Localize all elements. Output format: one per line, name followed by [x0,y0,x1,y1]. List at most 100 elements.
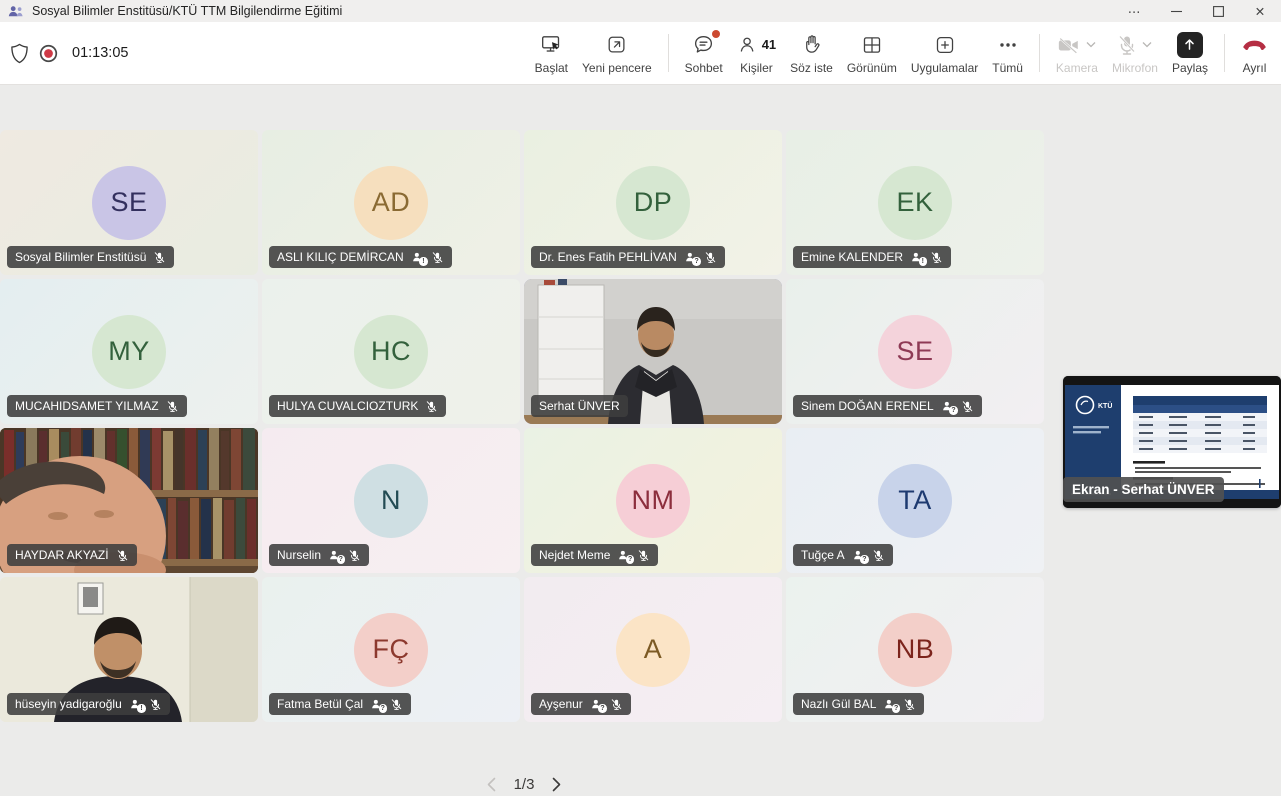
avatar: HC [354,315,428,389]
people-label: Kişiler [740,61,773,75]
apps-button[interactable]: Uygulamalar [904,32,985,75]
security-shield-icon[interactable] [10,43,29,64]
participant-name: Fatma Betül Çal [277,697,363,711]
minimize-button[interactable] [1155,0,1197,22]
avatar: AD [354,166,428,240]
participant-name: MUCAHIDSAMET YILMAZ [15,399,159,413]
raise-hand-button[interactable]: Söz iste [783,32,840,75]
share-label: Paylaş [1172,61,1208,75]
meeting-toolbar: 01:13:05 Başlat Yeni pencere Sohbet [0,22,1281,85]
participant-tile[interactable]: EK Emine KALENDER ! [786,130,1044,275]
mic-button[interactable]: Mikrofon [1105,32,1165,75]
participant-tile[interactable]: DP Dr. Enes Fatih PEHLİVAN ? [524,130,782,275]
chat-button[interactable]: Sohbet [678,32,730,75]
person-badge-icon: ? [684,251,697,264]
mic-muted-icon [116,549,129,562]
person-badge-icon: ? [941,400,954,413]
avatar: SE [92,166,166,240]
participant-name-pill: Tuğçe A ? [793,544,893,566]
previous-page-chevron-icon[interactable] [485,775,498,794]
more-button[interactable]: Tümü [985,32,1030,75]
start-button[interactable]: Başlat [528,32,575,75]
avatar: N [354,464,428,538]
toolbar-divider [668,34,669,72]
participant-tile[interactable]: SE Sinem DOĞAN ERENEL ? [786,279,1044,424]
start-share-screen-icon [540,32,563,58]
window-title: Sosyal Bilimler Enstitüsü/KTÜ TTM Bilgil… [32,4,342,18]
participant-name: Nazlı Gül BAL [801,697,876,711]
participant-grid: SE Sosyal Bilimler Enstitüsü AD ASLI KIL… [0,130,1044,722]
people-button[interactable]: 41 Kişiler [730,32,783,75]
titlebar-more-button[interactable]: ⋯ [1113,0,1155,22]
camera-button[interactable]: Kamera [1049,32,1105,75]
avatar: SE [878,315,952,389]
window-titlebar: Sosyal Bilimler Enstitüsü/KTÜ TTM Bilgil… [0,0,1281,22]
start-label: Başlat [535,61,568,75]
participant-name-pill: Dr. Enes Fatih PEHLİVAN ? [531,246,725,268]
participant-name: ASLI KILIÇ DEMİRCAN [277,250,404,264]
participant-name: Sinem DOĞAN ERENEL [801,399,934,413]
people-icon [737,34,759,56]
maximize-button[interactable] [1197,0,1239,22]
apps-label: Uygulamalar [911,61,978,75]
mic-muted-icon [872,549,885,562]
participant-tile[interactable]: N Nurselin ? [262,428,520,573]
more-label: Tümü [992,61,1023,75]
new-window-button[interactable]: Yeni pencere [575,32,659,75]
mic-muted-icon [930,251,943,264]
share-button[interactable]: Paylaş [1165,32,1215,75]
mic-muted-icon [961,400,974,413]
participant-name-pill: MUCAHIDSAMET YILMAZ [7,395,187,417]
participant-tile[interactable]: FÇ Fatma Betül Çal ? [262,577,520,722]
camera-chevron-down-icon[interactable] [1086,41,1096,48]
mic-chevron-down-icon[interactable] [1142,41,1152,48]
participant-tile[interactable]: HAYDAR AKYAZİ [0,428,258,573]
participant-tile-active-speaker[interactable]: Serhat ÜNVER [524,279,782,424]
participant-tile[interactable]: AD ASLI KILIÇ DEMİRCAN ! [262,130,520,275]
person-badge-icon: ! [910,251,923,264]
mic-muted-icon [166,400,179,413]
avatar: NM [616,464,690,538]
leave-button[interactable]: Ayrıl [1234,32,1275,75]
participant-tile[interactable]: A Ayşenur ? [524,577,782,722]
participant-name: hüseyin yadigaroğlu [15,697,122,711]
participant-tile[interactable]: MY MUCAHIDSAMET YILMAZ [0,279,258,424]
participant-name: Dr. Enes Fatih PEHLİVAN [539,250,677,264]
participant-name: Emine KALENDER [801,250,903,264]
close-button[interactable]: ✕ [1239,0,1281,22]
avatar: DP [616,166,690,240]
person-badge-icon: ? [617,549,630,562]
mic-muted-icon [390,698,403,711]
person-badge-icon: ? [852,549,865,562]
participant-name: HULYA CUVALCIOZTURK [277,399,418,413]
person-badge-icon: ? [370,698,383,711]
participant-name-pill: Emine KALENDER ! [793,246,951,268]
avatar: FÇ [354,613,428,687]
participant-name-pill: Sinem DOĞAN ERENEL ? [793,395,982,417]
participant-name: Nejdet Meme [539,548,610,562]
participant-tile[interactable]: NM Nejdet Meme ? [524,428,782,573]
participant-tile[interactable]: NB Nazlı Gül BAL ? [786,577,1044,722]
mic-muted-icon [153,251,166,264]
toolbar-divider [1224,34,1225,72]
participant-tile[interactable]: TA Tuğçe A ? [786,428,1044,573]
raise-hand-label: Söz iste [790,61,833,75]
screen-share-label: Ekran - Serhat ÜNVER [1063,477,1224,502]
mic-off-icon [1117,34,1137,56]
new-window-label: Yeni pencere [582,61,652,75]
next-page-chevron-icon[interactable] [550,775,563,794]
participant-name-pill: ASLI KILIÇ DEMİRCAN ! [269,246,452,268]
chat-icon [692,32,715,58]
mic-muted-icon [431,251,444,264]
view-button[interactable]: Görünüm [840,32,904,75]
mic-muted-icon [149,698,162,711]
participant-tile[interactable]: hüseyin yadigaroğlu ! [0,577,258,722]
participant-tile[interactable]: SE Sosyal Bilimler Enstitüsü [0,130,258,275]
recording-indicator-icon [39,44,58,63]
mic-muted-icon [704,251,717,264]
participant-tile[interactable]: HC HULYA CUVALCIOZTURK [262,279,520,424]
page-indicator: 1/3 [514,776,535,793]
screen-share-thumbnail[interactable]: KTÜ Ek [1063,376,1281,508]
participant-name: Tuğçe A [801,548,845,562]
meeting-stage: SE Sosyal Bilimler Enstitüsü AD ASLI KIL… [0,85,1281,796]
